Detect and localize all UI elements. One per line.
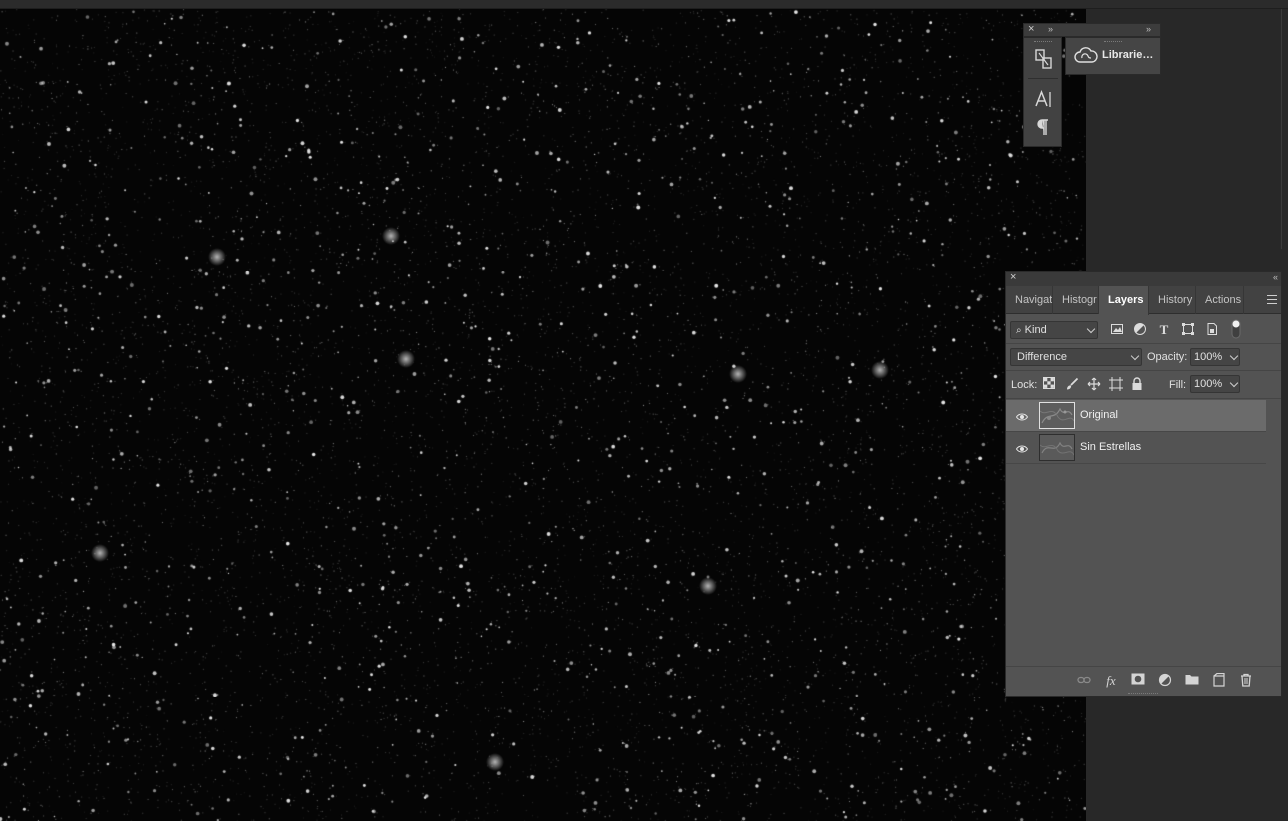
panel-resize-grip[interactable] [1128,693,1158,694]
fill-label: Fill: [1169,379,1187,391]
panel-menu-icon[interactable] [1267,295,1277,304]
panel-dock-edge [1281,9,1288,249]
layer-row-original[interactable]: Original [1006,400,1266,432]
opacity-label: Opacity: [1147,351,1188,363]
dock-header: × » » [1023,23,1161,37]
tab-layers[interactable]: Layers [1099,286,1149,315]
dock-close-icon[interactable]: × [1028,23,1034,35]
layer-name: Sin Estrellas [1080,441,1142,453]
eye-icon[interactable] [1015,442,1029,454]
link-layers-icon[interactable] [1076,673,1092,689]
blend-mode-value: Difference [1017,351,1067,363]
lock-row: Lock: Fill: 100% [1006,371,1281,399]
character-icon[interactable] [1031,88,1057,112]
filter-kind-value: Kind [1024,324,1047,336]
lock-artboard-icon[interactable] [1108,377,1124,393]
dock-icon-column [1023,37,1062,147]
dock-grip[interactable] [1034,41,1052,43]
starfield-image [0,9,1086,821]
panel-header[interactable]: × « [1006,271,1281,286]
fx-icon[interactable]: fx [1103,673,1119,689]
lock-image-pixels-icon[interactable] [1064,377,1080,393]
adjustment-layer-icon[interactable] [1157,673,1173,689]
lock-all-icon[interactable] [1129,377,1145,393]
layer-filter-row: ⌕ Kind T [1006,315,1281,344]
lock-transparent-pixels-icon[interactable] [1041,377,1057,393]
layers-scrollbar[interactable] [1267,400,1281,666]
opacity-value: 100% [1194,351,1223,363]
libraries-label: Librarie… [1102,49,1154,61]
chevron-down-icon [1229,378,1239,388]
tab-navigator[interactable]: Navigat [1006,286,1053,314]
fill-value: 100% [1194,378,1223,390]
dock-collapse-icon[interactable]: » [1048,24,1053,34]
chevron-down-icon [1086,324,1096,334]
blend-mode-row: Difference Opacity: 100% [1006,344,1281,371]
tab-histogram[interactable]: Histogr [1053,286,1099,314]
layers-panel-footer: fx [1006,666,1281,696]
tab-history[interactable]: History [1149,286,1196,314]
filter-toggle-icon[interactable] [1228,319,1244,339]
dock-expand-icon[interactable]: » [1146,24,1151,34]
layer-name: Original [1080,409,1118,421]
type-filter-icon[interactable]: T [1156,322,1172,338]
tab-actions[interactable]: Actions [1196,286,1244,314]
blend-mode-select[interactable]: Difference [1010,348,1142,366]
lock-label: Lock: [1011,379,1038,391]
dock-separator [1028,78,1058,79]
panel-close-icon[interactable]: × [1010,271,1016,283]
search-icon: ⌕ [1016,325,1022,336]
layers-panel-group: × « Navigat Histogr Layers History Actio… [1005,271,1282,697]
new-group-icon[interactable] [1184,673,1200,689]
layer-row-sin-estrellas[interactable]: Sin Estrellas [1006,432,1266,464]
panel-tab-bar: Navigat Histogr Layers History Actions [1006,286,1281,315]
paragraph-icon[interactable] [1031,116,1057,140]
libraries-icon [1074,47,1098,65]
libraries-button[interactable]: Librarie… [1065,37,1161,75]
document-canvas[interactable] [0,9,1086,821]
filter-kind-select[interactable]: ⌕ Kind [1010,321,1098,339]
chevron-down-icon [1130,351,1140,361]
eye-icon[interactable] [1015,410,1029,422]
application-top-bar [0,0,1288,9]
chevron-down-icon [1229,351,1239,361]
layer-thumbnail [1039,402,1075,429]
artboard-icon[interactable] [1031,48,1057,72]
layer-thumbnail [1039,434,1075,461]
smart-object-filter-icon[interactable] [1204,322,1220,338]
libraries-grip[interactable] [1104,41,1122,42]
lock-position-icon[interactable] [1086,377,1102,393]
add-mask-icon[interactable] [1130,673,1146,689]
adjustment-filter-icon[interactable] [1132,322,1148,338]
delete-layer-icon[interactable] [1238,673,1254,689]
shape-filter-icon[interactable] [1180,322,1196,338]
panel-collapse-icon[interactable]: « [1273,272,1278,282]
opacity-input[interactable]: 100% [1190,348,1240,366]
pixel-layer-filter-icon[interactable] [1109,322,1125,338]
collapsed-panel-dock: × » » Librarie… [1023,23,1161,147]
fill-input[interactable]: 100% [1190,375,1240,393]
new-layer-icon[interactable] [1211,672,1227,689]
